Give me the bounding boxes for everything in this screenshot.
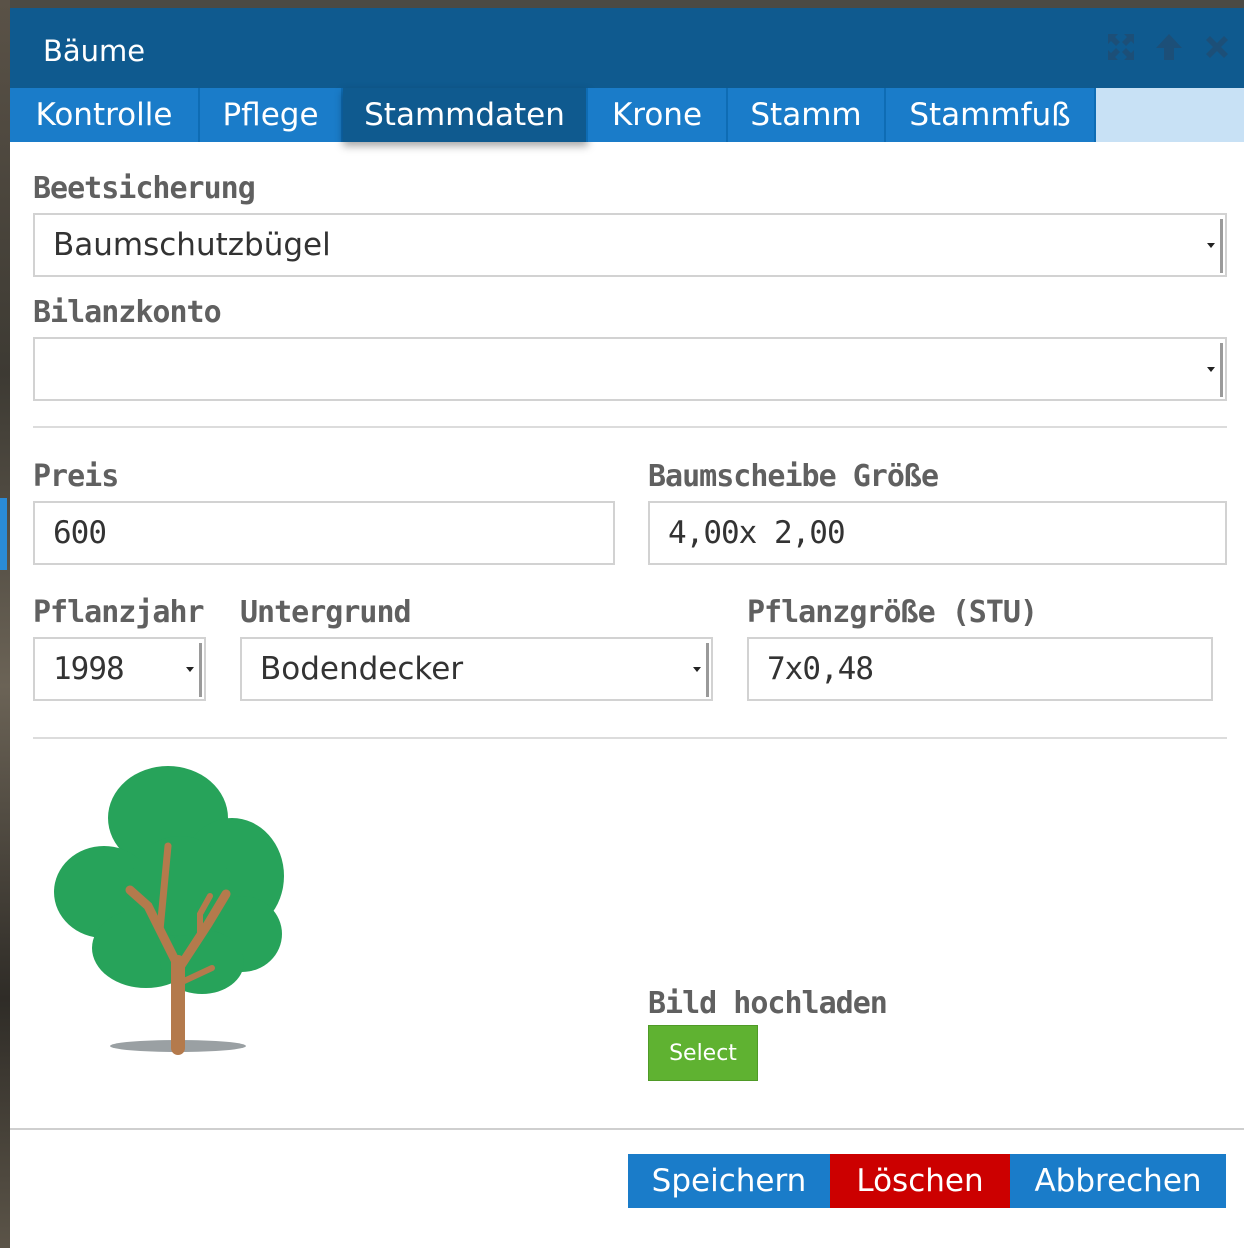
chevron-down-icon[interactable] <box>1199 215 1225 275</box>
close-icon[interactable] <box>1200 30 1234 64</box>
preis-input[interactable]: 600 <box>33 501 615 565</box>
save-button[interactable]: Speichern <box>628 1154 830 1208</box>
untergrund-value: Bodendecker <box>260 651 464 687</box>
cancel-button[interactable]: Abbrechen <box>1010 1154 1226 1208</box>
untergrund-label: Untergrund <box>240 595 412 630</box>
chevron-down-icon[interactable] <box>1199 339 1225 399</box>
untergrund-select[interactable]: Bodendecker <box>240 637 713 701</box>
baeume-dialog: Bäume Kontrolle Pflege Stammdaten Krone … <box>10 8 1244 1248</box>
background-left <box>0 0 10 1248</box>
pflanzgroesse-input[interactable]: 7x0,48 <box>747 637 1213 701</box>
delete-button[interactable]: Löschen <box>830 1154 1010 1208</box>
beetsicherung-label: Beetsicherung <box>33 171 256 206</box>
divider <box>33 737 1227 739</box>
tab-stammdaten[interactable]: Stammdaten <box>343 88 588 142</box>
tab-bar: Kontrolle Pflege Stammdaten Krone Stamm … <box>10 88 1244 142</box>
tab-krone[interactable]: Krone <box>588 88 728 142</box>
chevron-down-icon[interactable] <box>685 639 711 699</box>
pflanzgroesse-label: Pflanzgröße (STU) <box>747 595 1038 630</box>
beetsicherung-value: Baumschutzbügel <box>53 227 331 263</box>
tab-kontrolle[interactable]: Kontrolle <box>10 88 200 142</box>
divider <box>33 426 1227 428</box>
pflanzjahr-label: Pflanzjahr <box>33 595 205 630</box>
dialog-title: Bäume <box>43 34 146 68</box>
bilanzkonto-select[interactable] <box>33 337 1227 401</box>
chevron-down-icon[interactable] <box>178 639 204 699</box>
background-marker <box>0 498 7 570</box>
tab-stammfuss[interactable]: Stammfuß <box>886 88 1096 142</box>
baumscheibe-input[interactable]: 4,00x 2,00 <box>648 501 1227 565</box>
window-controls <box>1104 30 1234 70</box>
bilanzkonto-label: Bilanzkonto <box>33 295 222 330</box>
tab-stamm[interactable]: Stamm <box>728 88 886 142</box>
footer-divider <box>10 1128 1244 1130</box>
pflanzjahr-select[interactable]: 1998 <box>33 637 206 701</box>
tab-pflege[interactable]: Pflege <box>200 88 343 142</box>
expand-icon[interactable] <box>1104 30 1138 64</box>
preis-label: Preis <box>33 459 119 494</box>
tree-icon <box>50 766 290 1066</box>
beetsicherung-select[interactable]: Baumschutzbügel <box>33 213 1227 277</box>
select-button[interactable]: Select <box>648 1025 758 1081</box>
title-bar[interactable]: Bäume <box>10 8 1244 88</box>
arrow-up-icon[interactable] <box>1152 30 1186 64</box>
upload-label: Bild hochladen <box>648 986 888 1021</box>
background-top <box>0 0 1244 8</box>
pflanzjahr-value: 1998 <box>53 651 125 687</box>
baumscheibe-label: Baumscheibe Größe <box>648 459 939 494</box>
